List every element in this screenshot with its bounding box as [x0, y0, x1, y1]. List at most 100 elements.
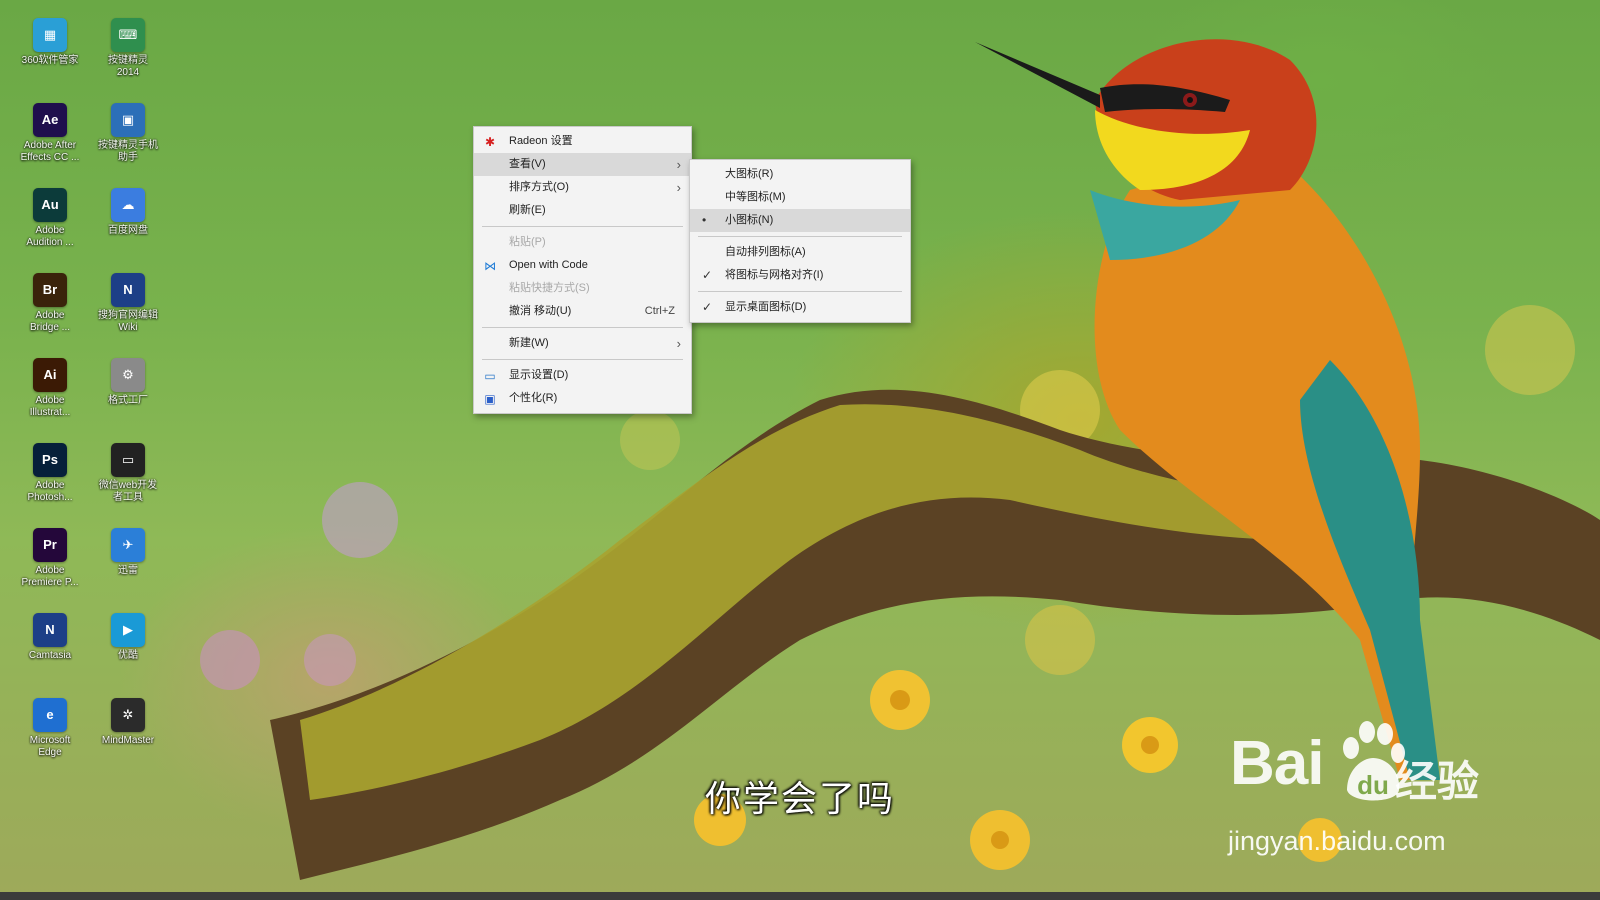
- app-icon: ▦: [33, 18, 67, 52]
- menu-item[interactable]: ⋈ Open with Code: [474, 254, 691, 277]
- desktop-shortcut[interactable]: ▭ 微信web开发 者工具: [90, 439, 166, 521]
- app-icon: Ae: [33, 103, 67, 137]
- chevron-right-icon: ›: [676, 180, 681, 195]
- desktop-shortcut[interactable]: ✈ 迅雷: [90, 524, 166, 606]
- menu-item[interactable]: 大图标(R): [690, 163, 910, 186]
- desktop-shortcut-label: Adobe After Effects CC ...: [20, 140, 80, 163]
- vscode-icon: ⋈: [484, 259, 496, 273]
- desktop-shortcut[interactable]: ▣ 按键精灵手机 助手: [90, 99, 166, 181]
- menu-item[interactable]: ▣ 个性化(R): [474, 387, 691, 410]
- menu-item-label: 显示桌面图标(D): [725, 301, 807, 313]
- display-settings-icon: ▭: [484, 369, 496, 383]
- desktop-shortcut[interactable]: ▦ 360软件管家: [12, 14, 88, 96]
- app-icon: ▶: [111, 613, 145, 647]
- menu-item-label: 小图标(N): [725, 214, 774, 226]
- checkmark-icon: ✓: [702, 268, 713, 282]
- menu-item[interactable]: ✓ 将图标与网格对齐(I): [690, 264, 910, 287]
- menu-item-label: Open with Code: [509, 259, 588, 271]
- menu-item[interactable]: 排序方式(O) ›: [474, 176, 691, 199]
- menu-item-label: Radeon 设置: [509, 135, 573, 147]
- desktop-icon-grid: ▦ 360软件管家 ⌨ 按键精灵 2014 Ae Adobe After Effects …: [0, 0, 180, 860]
- app-icon: ⌨: [111, 18, 145, 52]
- menu-item-label: 查看(V): [509, 158, 546, 170]
- menu-item-label: 新建(W): [509, 337, 549, 349]
- menu-item[interactable]: 查看(V) ›: [474, 153, 691, 176]
- app-icon: ▣: [111, 103, 145, 137]
- desktop-context-menu: ✱ Radeon 设置 查看(V) › 排序方式(O) › 刷新(E) 粘贴(P) ⋈ Open …: [473, 126, 692, 414]
- desktop-shortcut-label: Camtasia: [28, 650, 72, 661]
- desktop-shortcut-label: 搜狗官网编辑 Wiki: [98, 310, 158, 333]
- desktop-shortcut[interactable]: Au Adobe Audition ...: [12, 184, 88, 266]
- desktop-shortcut-label: Adobe Photosh...: [27, 480, 73, 503]
- menu-item[interactable]: ✱ Radeon 设置: [474, 130, 691, 153]
- watermark-brand: Bai: [1230, 729, 1324, 798]
- checkmark-icon: ✓: [702, 300, 713, 314]
- menu-item-label: 个性化(R): [509, 392, 558, 404]
- menu-item-label: 撤消 移动(U): [509, 305, 572, 317]
- desktop-shortcut[interactable]: Ai Adobe Illustrat...: [12, 354, 88, 436]
- app-icon: ✈: [111, 528, 145, 562]
- desktop-shortcut-label: 按键精灵手机 助手: [98, 140, 158, 163]
- desktop-shortcut[interactable]: N 搜狗官网编辑 Wiki: [90, 269, 166, 351]
- app-icon: ⚙: [111, 358, 145, 392]
- menu-separator: [698, 236, 902, 237]
- menu-item[interactable]: 撤消 移动(U) Ctrl+Z: [474, 300, 691, 323]
- app-icon: Ai: [33, 358, 67, 392]
- svg-text:du: du: [1357, 770, 1389, 800]
- desktop-shortcut[interactable]: ⌨ 按键精灵 2014: [90, 14, 166, 96]
- menu-item-label: 自动排列图标(A): [725, 246, 806, 258]
- desktop-shortcut-label: Microsoft Edge: [29, 735, 71, 758]
- radeon-icon: ✱: [484, 135, 496, 149]
- watermark-brand-tail: 经验: [1395, 758, 1480, 805]
- yellow-flower: [1122, 717, 1178, 773]
- menu-item-label: 排序方式(O): [509, 181, 569, 193]
- menu-item[interactable]: 中等图标(M): [690, 186, 910, 209]
- menu-item-label: 大图标(R): [725, 168, 774, 180]
- menu-item-label: 显示设置(D): [509, 369, 569, 381]
- app-icon: ▭: [111, 443, 145, 477]
- desktop-shortcut[interactable]: ☁ 百度网盘: [90, 184, 166, 266]
- menu-item-shortcut: Ctrl+Z: [644, 305, 675, 317]
- menu-item[interactable]: 自动排列图标(A): [690, 241, 910, 264]
- app-icon: Au: [33, 188, 67, 222]
- desktop-shortcut[interactable]: ✲ MindMaster: [90, 694, 166, 776]
- desktop-shortcut[interactable]: Ps Adobe Photosh...: [12, 439, 88, 521]
- app-icon: Ps: [33, 443, 67, 477]
- desktop-shortcut[interactable]: N Camtasia: [12, 609, 88, 691]
- menu-item[interactable]: 新建(W) ›: [474, 332, 691, 355]
- menu-item-label: 刷新(E): [509, 204, 546, 216]
- desktop-shortcut-label: 迅雷: [118, 565, 138, 576]
- desktop-shortcut-label: Adobe Premiere P...: [21, 565, 79, 588]
- menu-separator: [482, 359, 683, 360]
- watermark-url: jingyan.baidu.com: [1228, 826, 1446, 856]
- desktop-shortcut[interactable]: Ae Adobe After Effects CC ...: [12, 99, 88, 181]
- desktop-shortcut[interactable]: Pr Adobe Premiere P...: [12, 524, 88, 606]
- menu-separator: [482, 327, 683, 328]
- desktop-shortcut[interactable]: Br Adobe Bridge ...: [12, 269, 88, 351]
- desktop-shortcut[interactable]: ▶ 优酷: [90, 609, 166, 691]
- menu-item-label: 粘贴快捷方式(S): [509, 282, 590, 294]
- app-icon: N: [111, 273, 145, 307]
- desktop-shortcut-label: 360软件管家: [21, 55, 79, 66]
- menu-separator: [698, 291, 902, 292]
- taskbar-edge: [0, 892, 1600, 900]
- yellow-flower: [870, 670, 930, 730]
- desktop-shortcut-label: 百度网盘: [108, 225, 148, 236]
- desktop-shortcut-label: Adobe Bridge ...: [29, 310, 71, 333]
- app-icon: e: [33, 698, 67, 732]
- desktop-shortcut-label: MindMaster: [101, 735, 155, 746]
- menu-item-label: 将图标与网格对齐(I): [725, 269, 824, 281]
- personalize-icon: ▣: [484, 392, 496, 406]
- desktop-shortcut-label: Adobe Illustrat...: [29, 395, 71, 418]
- menu-item[interactable]: 刷新(E): [474, 199, 691, 222]
- menu-item[interactable]: ✓ 显示桌面图标(D): [690, 296, 910, 319]
- menu-item: 粘贴快捷方式(S): [474, 277, 691, 300]
- desktop-shortcut[interactable]: e Microsoft Edge: [12, 694, 88, 776]
- app-icon: ☁: [111, 188, 145, 222]
- desktop-shortcut-label: Adobe Audition ...: [26, 225, 74, 248]
- chevron-right-icon: ›: [676, 336, 681, 351]
- menu-item-label: 中等图标(M): [725, 191, 786, 203]
- menu-item[interactable]: • 小图标(N): [690, 209, 910, 232]
- menu-item[interactable]: ▭ 显示设置(D): [474, 364, 691, 387]
- desktop-shortcut[interactable]: ⚙ 格式工厂: [90, 354, 166, 436]
